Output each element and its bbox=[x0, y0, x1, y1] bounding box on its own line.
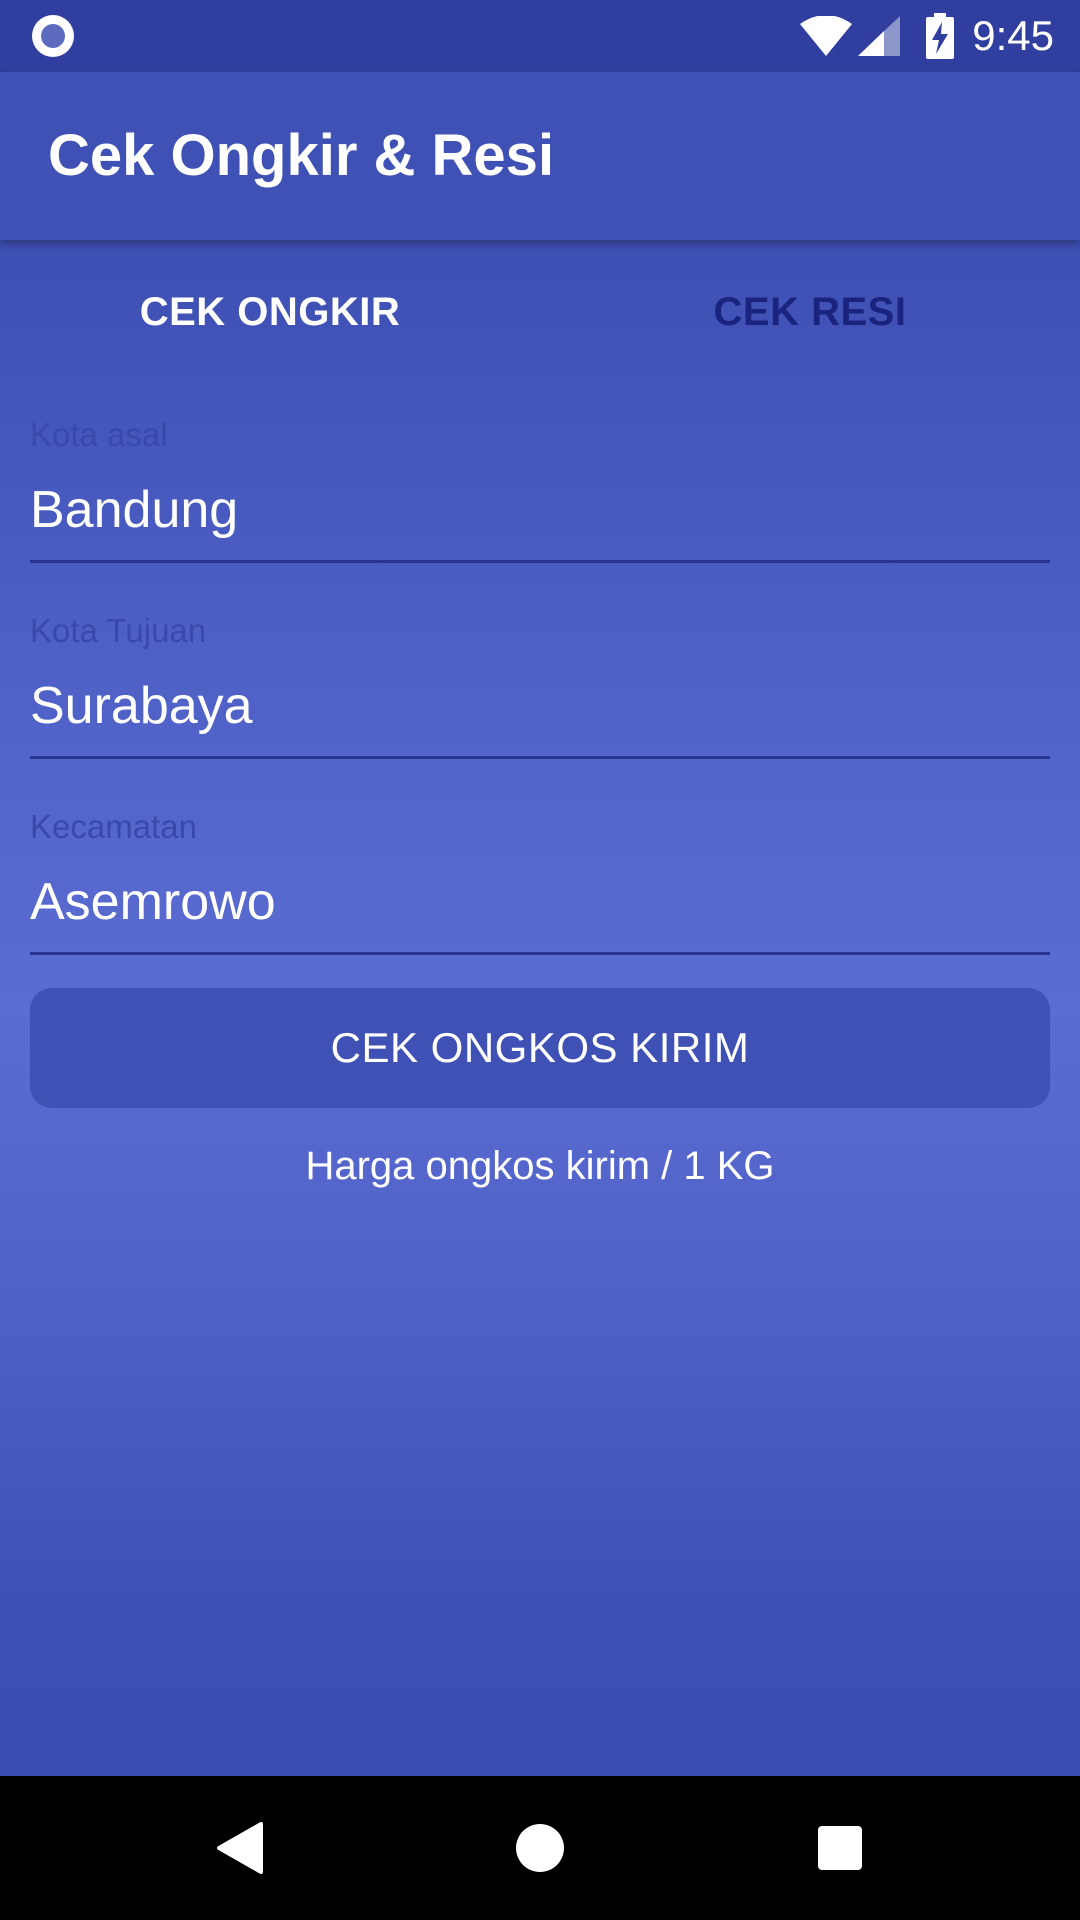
destination-city-input[interactable]: Surabaya bbox=[30, 676, 253, 736]
notification-circle-icon bbox=[32, 15, 74, 57]
origin-city-input[interactable]: Bandung bbox=[30, 480, 238, 540]
recent-apps-button[interactable] bbox=[780, 1776, 900, 1920]
navigation-bar bbox=[0, 1776, 1080, 1920]
status-bar: 9:45 bbox=[0, 0, 1080, 72]
battery-charging-icon bbox=[926, 13, 955, 59]
tab-cek-ongkir[interactable]: CEK ONGKIR bbox=[0, 240, 540, 384]
district-label: Kecamatan bbox=[30, 808, 197, 845]
district-underline bbox=[30, 952, 1050, 955]
app-title: Cek Ongkir & Resi bbox=[48, 123, 555, 188]
home-button[interactable] bbox=[480, 1776, 600, 1920]
shipping-cost-result-text: Harga ongkos kirim / 1 KG bbox=[305, 1144, 775, 1188]
tab-bar: CEK ONGKIR CEK RESI bbox=[0, 240, 1080, 384]
signal-icon bbox=[858, 16, 901, 56]
home-icon bbox=[516, 1824, 564, 1872]
status-time: 9:45 bbox=[972, 12, 1054, 59]
district-input[interactable]: Asemrowo bbox=[30, 872, 276, 932]
origin-city-field[interactable]: Kota asal Bandung bbox=[30, 416, 1050, 563]
wifi-icon bbox=[800, 16, 853, 56]
check-shipping-cost-button[interactable]: CEK ONGKOS KIRIM bbox=[30, 988, 1050, 1108]
main-content: CEK ONGKIR CEK RESI Kota asal Bandung Ko… bbox=[0, 240, 1080, 1776]
origin-city-label: Kota asal bbox=[30, 416, 168, 453]
app-bar: Cek Ongkir & Resi bbox=[0, 72, 1080, 240]
destination-city-underline bbox=[30, 756, 1050, 759]
back-icon bbox=[217, 1822, 263, 1874]
tab-cek-resi[interactable]: CEK RESI bbox=[540, 240, 1080, 384]
back-button[interactable] bbox=[180, 1776, 300, 1920]
district-field[interactable]: Kecamatan Asemrowo bbox=[30, 808, 1050, 955]
origin-city-underline bbox=[30, 560, 1050, 563]
status-icons: 9:45 bbox=[800, 0, 1054, 72]
destination-city-label: Kota Tujuan bbox=[30, 612, 207, 649]
destination-city-field[interactable]: Kota Tujuan Surabaya bbox=[30, 612, 1050, 759]
recent-apps-icon bbox=[818, 1826, 862, 1870]
